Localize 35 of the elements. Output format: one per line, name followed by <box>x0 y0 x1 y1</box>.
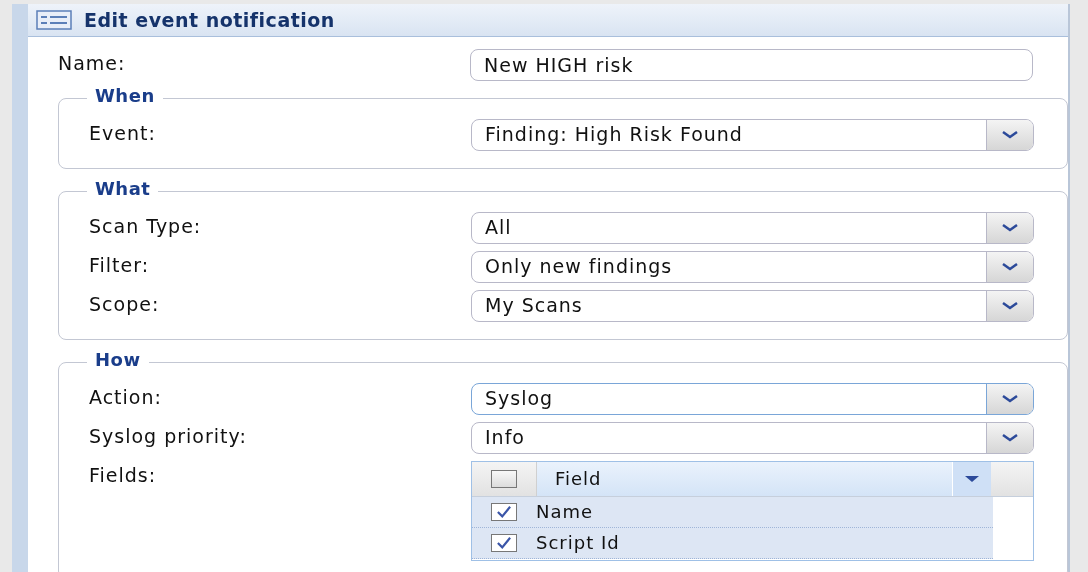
dropdown[interactable]: My Scans <box>471 290 1034 322</box>
grid-row[interactable]: Name <box>472 497 993 528</box>
caret-icon <box>1000 394 1020 404</box>
checkbox[interactable] <box>491 534 517 552</box>
field-label: Action: <box>89 385 163 408</box>
column-header[interactable]: Field <box>537 462 952 496</box>
dropdown[interactable]: All <box>471 212 1034 244</box>
dropdown[interactable]: Finding: High Risk Found <box>471 119 1034 151</box>
caret-icon <box>1000 433 1020 443</box>
row-text: Name <box>536 500 594 524</box>
field-label: Scope: <box>89 292 161 315</box>
field-label: Event: <box>89 121 157 144</box>
form-icon <box>36 10 72 30</box>
dropdown[interactable]: Syslog <box>471 383 1034 415</box>
checkmark-icon <box>495 536 513 550</box>
checkmark-icon <box>495 505 513 519</box>
column-menu-button[interactable] <box>952 462 991 496</box>
field-label: Scan Type: <box>89 214 203 237</box>
field-label: Syslog priority: <box>89 424 248 447</box>
grid-row[interactable]: Script Id <box>472 528 993 559</box>
caret-icon <box>1000 301 1020 311</box>
row-text: Script Id <box>536 531 620 555</box>
dropdown[interactable]: Only new findings <box>471 251 1034 283</box>
window-title: Edit event notification <box>84 9 335 31</box>
field-label: Filter: <box>89 253 151 276</box>
caret-icon <box>1000 130 1020 140</box>
field-label: Fields: <box>89 463 158 486</box>
checkbox[interactable] <box>491 503 517 521</box>
dropdown[interactable]: Info <box>471 422 1034 454</box>
caret-icon <box>964 475 980 483</box>
checkbox[interactable] <box>491 470 517 488</box>
caret-icon <box>1000 262 1020 272</box>
field-label: Name: <box>58 51 127 74</box>
name-input[interactable]: New HIGH risk <box>470 49 1033 81</box>
caret-icon <box>1000 223 1020 233</box>
